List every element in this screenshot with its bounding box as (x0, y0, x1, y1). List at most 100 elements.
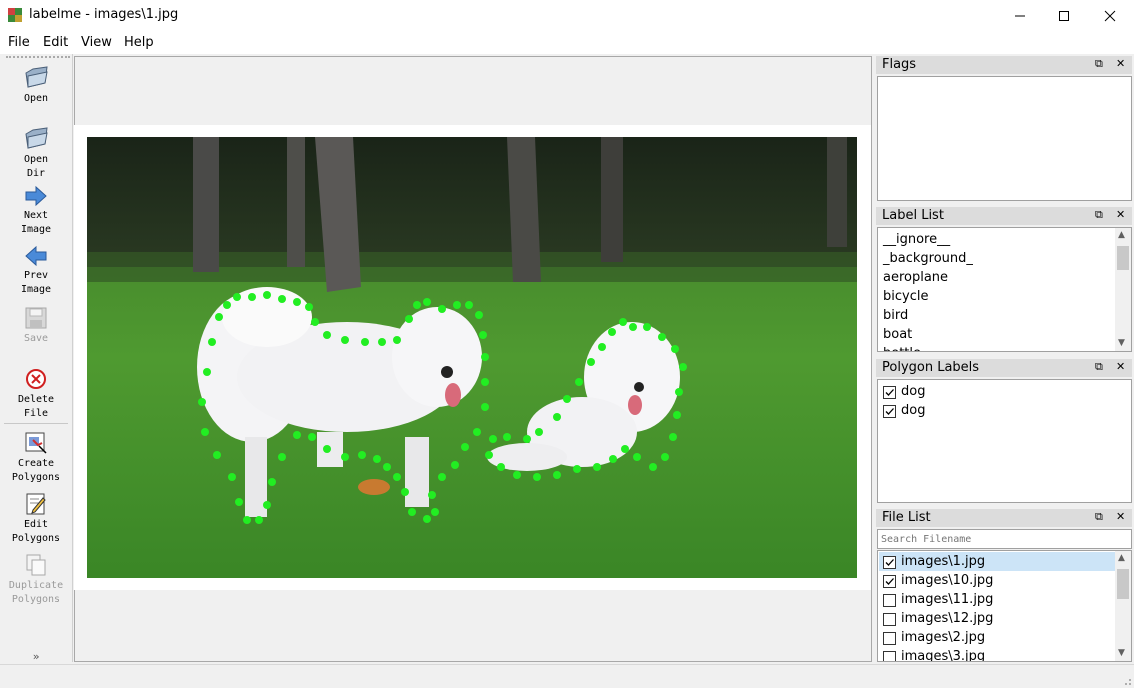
polygon-vertex[interactable] (431, 508, 439, 516)
polygon-vertex[interactable] (401, 488, 409, 496)
polygon-vertex[interactable] (461, 443, 469, 451)
polygon-vertex[interactable] (413, 301, 421, 309)
polygon-vertex[interactable] (497, 463, 505, 471)
file-item[interactable]: images\2.jpg (901, 630, 985, 645)
polygon-vertex[interactable] (479, 331, 487, 339)
file-list-scrollbar[interactable]: ▲ ▼ (1115, 551, 1131, 661)
open-button[interactable]: Open (0, 64, 72, 106)
toolbar-extension-chevron-icon[interactable]: » (0, 650, 72, 664)
list-item[interactable]: __ignore__ (883, 232, 950, 247)
polygon-vertex[interactable] (383, 463, 391, 471)
close-icon[interactable] (1087, 0, 1133, 32)
file-checkbox[interactable] (883, 575, 896, 588)
list-item[interactable]: boat (883, 327, 912, 342)
polygon-vertex[interactable] (535, 428, 543, 436)
polygon-vertex[interactable] (573, 465, 581, 473)
polygon-vertex[interactable] (465, 301, 473, 309)
file-item[interactable]: images\3.jpg (901, 649, 985, 661)
toolbar-grip[interactable] (6, 56, 70, 58)
file-item[interactable]: images\12.jpg (901, 611, 993, 626)
polygon-vertex[interactable] (451, 461, 459, 469)
polygon-vertex[interactable] (341, 453, 349, 461)
polygon-vertex[interactable] (629, 323, 637, 331)
polygon-vertex[interactable] (198, 398, 206, 406)
polygon-vertex[interactable] (453, 301, 461, 309)
polygon-vertex[interactable] (361, 338, 369, 346)
polygon-vertex[interactable] (233, 293, 241, 301)
menu-edit[interactable]: Edit (43, 35, 68, 50)
create-polygons-button[interactable]: Create Polygons (0, 431, 72, 485)
polygon-vertex[interactable] (243, 516, 251, 524)
polygon-vertex[interactable] (423, 298, 431, 306)
polygon-vertex[interactable] (658, 333, 666, 341)
polygon-vertex[interactable] (475, 311, 483, 319)
polygon-vertex[interactable] (481, 403, 489, 411)
polygon-vertex[interactable] (408, 508, 416, 516)
polygon-vertex[interactable] (513, 471, 521, 479)
polygon-vertex[interactable] (598, 343, 606, 351)
label-list[interactable]: __ignore__ _background_ aeroplane bicycl… (877, 227, 1132, 352)
polygon-vertex[interactable] (503, 433, 511, 441)
polygon-vertex[interactable] (323, 331, 331, 339)
scroll-up-icon[interactable]: ▲ (1118, 230, 1125, 240)
polygon-vertex[interactable] (553, 413, 561, 421)
list-item[interactable]: bird (883, 308, 908, 323)
close-icon[interactable]: ✕ (1116, 208, 1125, 221)
menu-file[interactable]: File (8, 35, 30, 50)
open-dir-button[interactable]: Open Dir (0, 125, 72, 181)
polygon-vertex[interactable] (215, 313, 223, 321)
minimize-icon[interactable] (997, 0, 1043, 32)
file-checkbox[interactable] (883, 556, 896, 569)
polygon-vertex[interactable] (609, 455, 617, 463)
scroll-up-icon[interactable]: ▲ (1118, 553, 1125, 563)
polygon-vertex[interactable] (203, 368, 211, 376)
scroll-down-icon[interactable]: ▼ (1118, 648, 1125, 658)
polygon-vertex[interactable] (643, 323, 651, 331)
annotated-image[interactable] (87, 137, 857, 578)
maximize-icon[interactable] (1041, 0, 1087, 32)
polygon-vertex[interactable] (341, 336, 349, 344)
polygon-vertex[interactable] (263, 291, 271, 299)
polygon-vertex[interactable] (293, 298, 301, 306)
polygon-vertex[interactable] (323, 445, 331, 453)
polygon-vertex[interactable] (473, 428, 481, 436)
polygon-vertex[interactable] (268, 478, 276, 486)
polygon-vertex[interactable] (661, 453, 669, 461)
polygon-vertex[interactable] (405, 315, 413, 323)
polygon-label[interactable]: dog (901, 403, 925, 418)
polygon-vertex[interactable] (438, 473, 446, 481)
polygon-vertex[interactable] (263, 501, 271, 509)
polygon-vertex[interactable] (553, 471, 561, 479)
list-item[interactable]: aeroplane (883, 270, 948, 285)
polygon-vertex[interactable] (489, 435, 497, 443)
file-checkbox[interactable] (883, 632, 896, 645)
polygon-vertex[interactable] (248, 293, 256, 301)
close-icon[interactable]: ✕ (1116, 57, 1125, 70)
polygon-vertex[interactable] (619, 318, 627, 326)
polygon-vertex[interactable] (213, 451, 221, 459)
polygon-vertex[interactable] (393, 473, 401, 481)
polygon-label[interactable]: dog (901, 384, 925, 399)
polygon-vertex[interactable] (481, 353, 489, 361)
polygon-vertex[interactable] (308, 433, 316, 441)
polygon-vertex[interactable] (533, 473, 541, 481)
close-icon[interactable]: ✕ (1116, 360, 1125, 373)
polygon-vertex[interactable] (669, 433, 677, 441)
menu-help[interactable]: Help (124, 35, 154, 50)
polygon-vertex[interactable] (673, 411, 681, 419)
file-list[interactable]: images\1.jpg images\10.jpg images\11.jpg… (877, 550, 1132, 662)
polygon-vertex[interactable] (393, 336, 401, 344)
list-item[interactable]: bicycle (883, 289, 928, 304)
edit-polygons-button[interactable]: Edit Polygons (0, 492, 72, 546)
polygon-vertex[interactable] (305, 303, 313, 311)
polygon-vertex[interactable] (311, 318, 319, 326)
file-checkbox[interactable] (883, 594, 896, 607)
polygon-vertex[interactable] (671, 345, 679, 353)
polygon-vertex[interactable] (278, 295, 286, 303)
polygon-vertex[interactable] (228, 473, 236, 481)
polygon-vertex[interactable] (293, 431, 301, 439)
file-checkbox[interactable] (883, 613, 896, 626)
polygon-vertex[interactable] (675, 388, 683, 396)
polygon-vertex[interactable] (633, 453, 641, 461)
polygon-vertex[interactable] (278, 453, 286, 461)
